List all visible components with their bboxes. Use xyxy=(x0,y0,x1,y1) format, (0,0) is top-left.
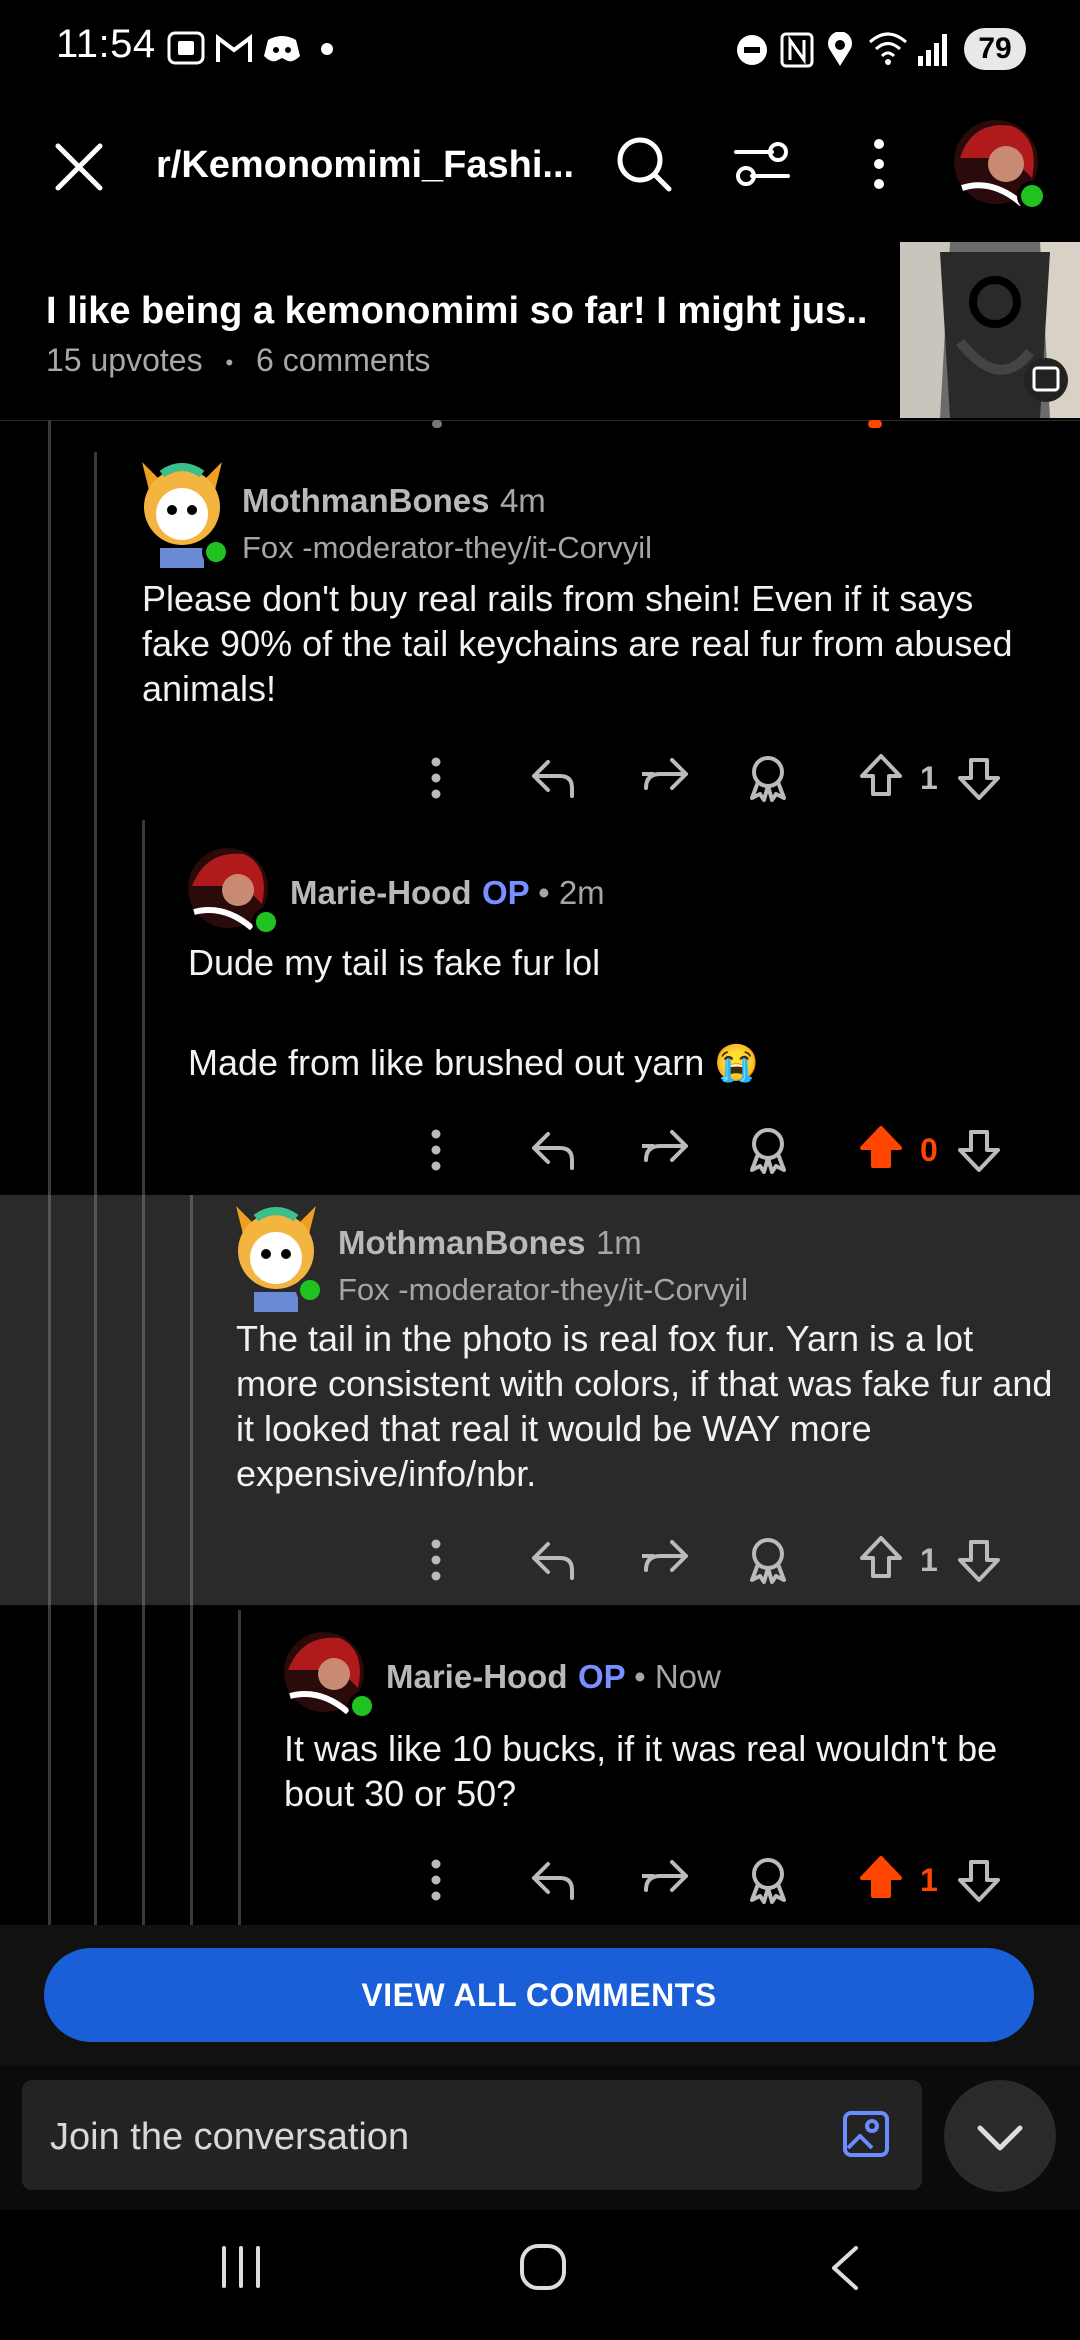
post-meta: 15 upvotes • 6 comments xyxy=(46,342,430,379)
close-icon[interactable] xyxy=(52,140,106,194)
comment-more-icon[interactable] xyxy=(424,1128,448,1172)
dot-icon xyxy=(320,42,334,56)
collapse-button[interactable] xyxy=(944,2080,1056,2192)
comment-avatar-fox[interactable] xyxy=(226,1196,326,1312)
gmail-icon xyxy=(214,32,254,64)
comment-more-icon[interactable] xyxy=(424,756,448,800)
reply-icon[interactable] xyxy=(528,1858,576,1902)
comment-username[interactable]: MothmanBones xyxy=(338,1224,586,1261)
status-time: 11:54 xyxy=(56,22,156,66)
comment-header: MothmanBones 1m xyxy=(338,1224,642,1262)
share-icon[interactable] xyxy=(640,1126,690,1172)
screenshot-icon xyxy=(166,30,206,66)
vote-count: 1 xyxy=(920,1542,938,1578)
join-conversation-placeholder: Join the conversation xyxy=(50,2116,410,2158)
search-icon[interactable] xyxy=(614,134,674,194)
comment-header: Marie-Hood OP • Now xyxy=(386,1658,721,1696)
op-badge: OP xyxy=(481,874,530,911)
upvote-icon[interactable] xyxy=(858,752,904,798)
user-flair: Fox -moderator-they/it-Corvyil xyxy=(338,1272,748,1307)
upvote-count: 15 upvotes xyxy=(46,342,203,378)
comment-count: 6 comments xyxy=(256,342,431,378)
comment-body: It was like 10 bucks, if it was real wou… xyxy=(284,1728,998,1814)
comment-body: Please don't buy real rails from shein! … xyxy=(142,578,1013,709)
do-not-disturb-icon xyxy=(736,34,768,66)
thread-line-level-5[interactable] xyxy=(238,1610,241,1925)
thread-line-level-4-hl xyxy=(190,1195,193,1605)
comment-time: • Now xyxy=(634,1658,721,1695)
nfc-icon xyxy=(780,32,814,68)
comment-username[interactable]: Marie-Hood xyxy=(290,874,472,911)
upvote-icon[interactable] xyxy=(858,1534,904,1580)
award-icon[interactable] xyxy=(744,1854,792,1904)
reply-icon[interactable] xyxy=(528,1538,576,1582)
thread-line-level-3-hl xyxy=(142,1195,145,1605)
home-icon[interactable] xyxy=(518,2242,568,2292)
post-title[interactable]: I like being a kemonomimi so far! I migh… xyxy=(46,290,866,333)
filter-icon[interactable] xyxy=(732,136,792,192)
award-icon[interactable] xyxy=(744,1124,792,1174)
image-upload-icon[interactable] xyxy=(842,2110,890,2158)
reply-icon[interactable] xyxy=(528,756,576,800)
user-flair: Fox -moderator-they/it-Corvyil xyxy=(242,530,652,565)
thread-line-level-1-hl xyxy=(48,1195,51,1605)
comment-time: 1m xyxy=(595,1224,642,1261)
upvote-icon-active[interactable] xyxy=(858,1854,904,1900)
comment-username[interactable]: MothmanBones xyxy=(242,482,490,519)
comment-body-line2: Made from like brushed out yarn 😭 xyxy=(188,1042,760,1083)
comment-avatar-fox[interactable] xyxy=(132,452,232,568)
downvote-icon[interactable] xyxy=(956,1128,1002,1174)
comment-username[interactable]: Marie-Hood xyxy=(386,1658,568,1695)
location-icon xyxy=(826,32,854,68)
comment-more-icon[interactable] xyxy=(424,1858,448,1902)
comment-time: 4m xyxy=(499,482,546,519)
post-thumbnail[interactable] xyxy=(900,242,1080,418)
signal-icon xyxy=(916,32,952,66)
vote-count: 1 xyxy=(920,760,938,796)
award-icon[interactable] xyxy=(744,1534,792,1584)
comment-body-line1: Dude my tail is fake fur lol xyxy=(188,942,601,983)
discord-icon xyxy=(262,32,302,64)
share-icon[interactable] xyxy=(640,1856,690,1902)
view-all-comments-button[interactable]: VIEW ALL COMMENTS xyxy=(44,1948,1034,2042)
comment-header: Marie-Hood OP • 2m xyxy=(290,874,605,912)
gallery-icon xyxy=(1036,368,1037,369)
reply-icon[interactable] xyxy=(528,1128,576,1172)
downvote-icon[interactable] xyxy=(956,1858,1002,1904)
vote-count: 0 xyxy=(920,1132,938,1168)
downvote-icon[interactable] xyxy=(956,1538,1002,1584)
recent-apps-icon[interactable] xyxy=(218,2244,264,2290)
wifi-icon xyxy=(868,30,908,66)
share-icon[interactable] xyxy=(640,1536,690,1582)
cut-off-upvote xyxy=(868,420,882,428)
comment-header: MothmanBones 4m xyxy=(242,482,546,520)
comment-avatar-marie[interactable] xyxy=(282,1630,374,1722)
comment-time: • 2m xyxy=(538,874,605,911)
award-icon[interactable] xyxy=(744,752,792,802)
comment-more-icon[interactable] xyxy=(424,1538,448,1582)
battery-indicator: 79 xyxy=(964,28,1026,70)
thread-line-level-2-hl xyxy=(94,1195,97,1605)
vote-count: 1 xyxy=(920,1862,938,1898)
cut-off-dot xyxy=(432,420,442,428)
thread-line-level-2[interactable] xyxy=(94,452,97,1925)
more-vertical-icon[interactable] xyxy=(868,138,890,190)
comment-avatar-marie[interactable] xyxy=(186,846,278,938)
meta-separator: • xyxy=(225,349,234,375)
upvote-icon-active[interactable] xyxy=(858,1124,904,1170)
subreddit-title[interactable]: r/Kemonomimi_Fashi... xyxy=(156,144,574,187)
comment-body: The tail in the photo is real fox fur. Y… xyxy=(236,1318,1053,1494)
back-icon[interactable] xyxy=(826,2244,866,2292)
avatar[interactable] xyxy=(952,118,1048,214)
downvote-icon[interactable] xyxy=(956,756,1002,802)
op-badge: OP xyxy=(577,1658,626,1695)
thread-line-level-1[interactable] xyxy=(48,420,51,1925)
share-icon[interactable] xyxy=(640,754,690,800)
